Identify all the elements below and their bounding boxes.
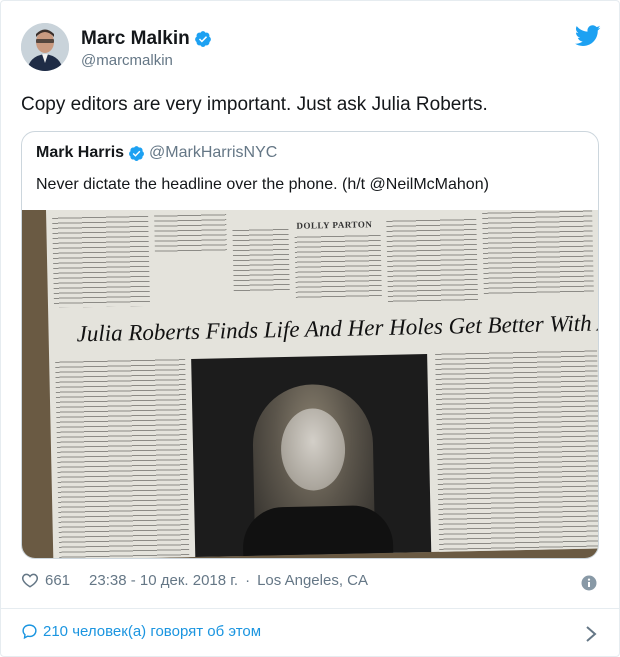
tweet-text: Copy editors are very important. Just as… — [21, 94, 488, 115]
speech-bubble-icon — [22, 624, 37, 640]
author-name-row: Marc Malkin — [81, 28, 212, 50]
newspaper-column — [482, 210, 594, 297]
newspaper-column — [435, 348, 598, 552]
verified-badge-icon — [194, 31, 211, 47]
tweet-card: Marc Malkin @marcmalkin Copy editors are… — [0, 0, 620, 657]
talking-label: 210 человек(а) говорят об этом — [43, 623, 262, 640]
newspaper-headline: Julia Roberts Finds Life And Her Holes G… — [76, 309, 598, 347]
portrait-photo — [191, 354, 432, 557]
newspaper-column — [294, 232, 382, 301]
quoted-author-row: Mark Harris @MarkHarrisNYC — [36, 144, 277, 162]
newspaper-column — [52, 213, 151, 308]
tweet-header: Marc Malkin @marcmalkin — [21, 23, 601, 73]
like-count[interactable]: 661 — [45, 572, 70, 589]
newspaper-column — [232, 226, 290, 295]
divider — [1, 608, 620, 609]
chevron-right-icon[interactable] — [585, 625, 597, 643]
portrait-body — [242, 504, 394, 557]
tweet-timestamp[interactable]: 23:38 - 10 дек. 2018 г. — [89, 572, 238, 589]
section-label: DOLLY PARTON — [296, 219, 373, 231]
verified-badge-icon — [129, 145, 144, 161]
author-name[interactable]: Marc Malkin — [81, 28, 190, 50]
quoted-author-name: Mark Harris — [36, 144, 125, 161]
conversation-link[interactable]: 210 человек(а) говорят об этом — [21, 623, 261, 640]
newspaper-column — [386, 216, 478, 303]
quoted-tweet[interactable]: Mark Harris @MarkHarrisNYC Never dictate… — [21, 131, 599, 559]
heart-icon[interactable] — [21, 571, 39, 589]
newspaper-column — [154, 212, 227, 254]
author-handle[interactable]: @marcmalkin — [81, 52, 173, 69]
avatar[interactable] — [21, 23, 69, 71]
tweet-meta: 661 23:38 - 10 дек. 2018 г. · Los Angele… — [21, 571, 368, 589]
twitter-bird-icon[interactable] — [575, 25, 601, 47]
info-icon[interactable] — [581, 575, 597, 591]
quoted-author-handle: @MarkHarrisNYC — [149, 144, 278, 161]
tweet-location[interactable]: Los Angeles, CA — [257, 572, 368, 589]
newspaper-page: DOLLY PARTON Julia Roberts Finds Life An… — [46, 210, 598, 558]
newspaper-column — [55, 357, 190, 558]
quoted-tweet-text: Never dictate the headline over the phon… — [36, 176, 489, 193]
newspaper-photo[interactable]: DOLLY PARTON Julia Roberts Finds Life An… — [22, 210, 598, 558]
